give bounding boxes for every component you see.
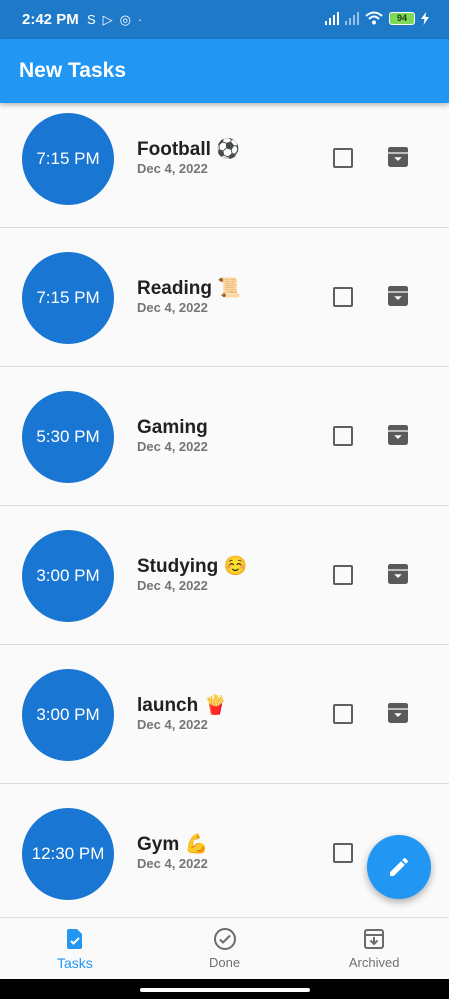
done-checkbox[interactable] [333, 704, 353, 724]
task-title: Gym 💪 [137, 834, 209, 855]
task-time: 3:00 PM [36, 705, 100, 724]
done-checkbox[interactable] [333, 426, 353, 446]
task-icon [66, 929, 82, 949]
task-time: 3:00 PM [36, 566, 100, 585]
nav-tasks-label: Tasks [56, 955, 93, 971]
nav-archived-label: Archived [348, 955, 400, 970]
task-title: Reading 📜 [137, 278, 241, 299]
battery-icon: 94 [389, 11, 415, 25]
instagram-icon: ◎ [119, 12, 132, 27]
task-list: 7:15 PM Football ⚽ Dec 4, 2022 7:15 PM Readi… [0, 89, 449, 923]
archive-button[interactable] [387, 424, 409, 446]
task-info: launch 🍟 Dec 4, 2022 [137, 695, 227, 732]
dot-icon: · [138, 12, 143, 27]
archive-button[interactable] [387, 285, 409, 307]
signal-2-icon [345, 11, 359, 25]
task-row: 7:15 PM Football ⚽ Dec 4, 2022 [0, 89, 449, 228]
task-title: Gaming [137, 417, 208, 438]
task-info: Football ⚽ Dec 4, 2022 [137, 139, 240, 176]
status-bar: 2:42 PM S ▷ ◎ · 94 [0, 0, 449, 39]
notification-icons: S ▷ ◎ · [87, 12, 142, 28]
edit-icon [390, 857, 409, 876]
play-store-icon: ▷ [102, 12, 113, 27]
task-row: 5:30 PM Gaming Dec 4, 2022 [0, 367, 449, 506]
task-time-badge: 7:15 PM [22, 252, 114, 344]
task-time: 7:15 PM [36, 149, 100, 168]
archive-icon [387, 703, 409, 728]
done-checkbox[interactable] [333, 148, 353, 168]
archive-icon [364, 929, 385, 949]
task-time-badge: 5:30 PM [22, 391, 114, 483]
gesture-bar [0, 979, 449, 999]
charging-icon [421, 11, 429, 25]
archive-icon [387, 564, 409, 589]
nav-tasks[interactable]: Tasks [0, 918, 150, 980]
nav-done[interactable]: Done [150, 918, 300, 980]
archive-icon [387, 425, 409, 450]
sync-icon: S [87, 12, 96, 27]
task-time-badge: 3:00 PM [22, 669, 114, 761]
archive-button[interactable] [387, 563, 409, 585]
task-date: Dec 4, 2022 [137, 717, 208, 732]
task-title: Football ⚽ [137, 139, 240, 160]
task-time-badge: 3:00 PM [22, 530, 114, 622]
check-circle-icon [213, 928, 236, 950]
page-title: New Tasks [19, 59, 126, 82]
archive-icon [387, 147, 409, 172]
status-time: 2:42 PM [22, 11, 79, 28]
task-date: Dec 4, 2022 [137, 439, 208, 454]
archive-icon [387, 286, 409, 311]
system-icons: 94 [325, 11, 429, 25]
task-row: 3:00 PM launch 🍟 Dec 4, 2022 [0, 645, 449, 784]
wifi-icon [365, 11, 383, 25]
done-checkbox[interactable] [333, 565, 353, 585]
nav-archived[interactable]: Archived [299, 918, 449, 980]
task-info: Reading 📜 Dec 4, 2022 [137, 278, 241, 315]
home-indicator[interactable] [140, 988, 310, 992]
task-title: Studying ☺️ [137, 556, 248, 577]
task-time: 7:15 PM [36, 288, 100, 307]
task-date: Dec 4, 2022 [137, 578, 208, 593]
archive-button[interactable] [387, 702, 409, 724]
nav-done-label: Done [208, 955, 241, 970]
signal-icon [325, 11, 339, 25]
task-row: 7:15 PM Reading 📜 Dec 4, 2022 [0, 228, 449, 367]
done-checkbox[interactable] [333, 287, 353, 307]
task-row: 3:00 PM Studying ☺️ Dec 4, 2022 [0, 506, 449, 645]
task-info: Studying ☺️ Dec 4, 2022 [137, 556, 247, 593]
task-date: Dec 4, 2022 [137, 300, 208, 315]
task-time-badge: 12:30 PM [22, 808, 114, 900]
task-time: 5:30 PM [36, 427, 100, 446]
done-checkbox[interactable] [333, 843, 353, 863]
archive-button[interactable] [387, 146, 409, 168]
task-info: Gym 💪 Dec 4, 2022 [137, 834, 208, 871]
task-time: 12:30 PM [31, 844, 105, 863]
bottom-nav: Tasks Done Archived [0, 917, 449, 980]
task-date: Dec 4, 2022 [137, 161, 208, 176]
task-date: Dec 4, 2022 [137, 856, 208, 871]
task-info: Gaming Dec 4, 2022 [137, 417, 208, 454]
app-bar: New Tasks [0, 39, 449, 103]
add-task-button[interactable] [367, 835, 431, 899]
task-time-badge: 7:15 PM [22, 113, 114, 205]
task-title: launch 🍟 [137, 695, 228, 716]
